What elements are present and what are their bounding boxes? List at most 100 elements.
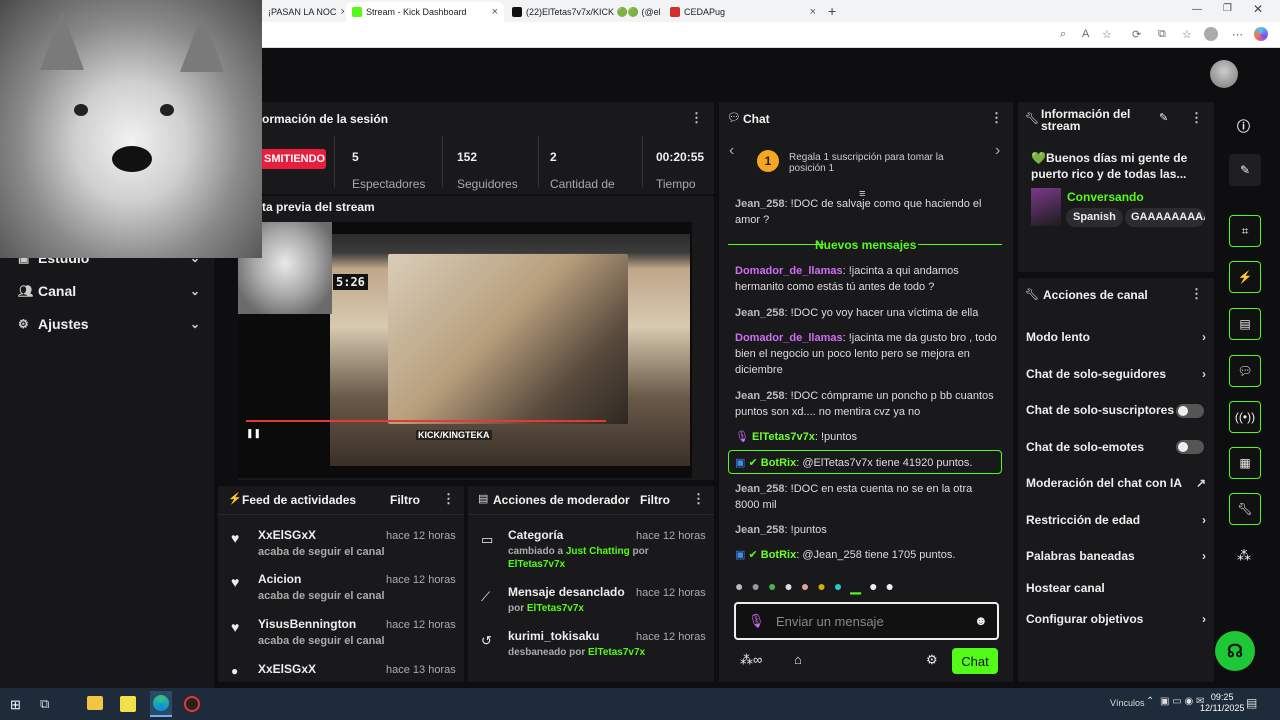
chat-username[interactable]: ElTetas7v7x — [752, 431, 815, 443]
tray-links-label[interactable]: Vínculos — [1110, 698, 1145, 708]
edit-layout-button[interactable]: ✎ — [1229, 154, 1261, 186]
chat-username[interactable]: Jean_258 — [735, 307, 785, 319]
action-ai-moderation[interactable]: Moderación del chat con IA ↗ — [1026, 475, 1206, 491]
emote-bar[interactable]: ● ● ● ● ● ● ● ▁ ● ● — [735, 578, 997, 598]
filter-button[interactable]: Filtro — [390, 493, 420, 507]
close-icon[interactable]: × — [340, 6, 344, 18]
emote-icon[interactable]: ● — [735, 578, 743, 598]
chat-username[interactable]: BotRix — [761, 457, 796, 469]
browser-tab-active[interactable]: Stream - Kick Dashboard × — [346, 2, 504, 22]
feed-username[interactable]: Acicion — [258, 572, 301, 586]
mod-action-title[interactable]: kurimi_tokisaku — [508, 629, 599, 643]
more-options-icon[interactable]: ⋮ — [692, 491, 705, 507]
emote-icon[interactable]: ● — [751, 578, 759, 598]
browser-tab[interactable]: (22)ElTetas7v7x/KICK 🟢🟢 (@elt× — [506, 2, 660, 22]
copilot-icon[interactable] — [1254, 27, 1268, 41]
chevron-left-icon[interactable]: ‹ — [729, 142, 734, 160]
task-view-icon[interactable]: ⧉ — [40, 696, 49, 712]
chevron-right-icon[interactable]: › — [995, 142, 1000, 160]
emote-icon[interactable]: ● — [801, 578, 809, 598]
action-host-channel[interactable]: Hostear canal — [1026, 580, 1206, 596]
chat-input-box[interactable]: 🎙︎ Enviar un mensaje ☻ — [734, 602, 999, 640]
close-icon[interactable]: × — [810, 6, 816, 18]
store-icon[interactable]: ⌂ — [794, 652, 802, 667]
support-headset-button[interactable]: ☊ — [1215, 631, 1255, 671]
feed-username[interactable]: YisusBennington — [258, 617, 356, 631]
action-slow-mode[interactable]: Modo lento › — [1026, 329, 1206, 345]
video-progress-bar[interactable] — [246, 420, 606, 422]
chat-username[interactable]: Jean_258 — [735, 198, 785, 210]
chat-popout-button[interactable]: 💬︎ — [1229, 355, 1261, 387]
split-icon[interactable]: ⧉ — [1158, 28, 1166, 41]
emotes-only-toggle[interactable] — [1176, 440, 1204, 454]
play-pause-icon[interactable]: ❚❚ — [246, 428, 261, 439]
app-icon[interactable] — [120, 696, 136, 712]
action-age-restriction[interactable]: Restricción de edad › — [1026, 512, 1206, 528]
emoji-icon[interactable]: ☻ — [974, 613, 988, 628]
emote-icon[interactable]: ● — [817, 578, 825, 598]
filter-button[interactable]: Filtro — [640, 493, 670, 507]
subscribers-only-toggle[interactable] — [1176, 404, 1204, 418]
chat-username[interactable]: Jean_258 — [735, 524, 785, 536]
tray-icons[interactable]: ▣ ▭ ◉ ✉ — [1160, 696, 1204, 707]
browser-tab[interactable]: CEDAPug × — [664, 2, 822, 22]
emote-icon[interactable]: ● — [886, 578, 894, 598]
more-icon[interactable]: ⋯ — [1232, 28, 1243, 41]
chat-username[interactable]: Domador_de_llamas — [735, 265, 843, 277]
more-options-icon[interactable]: ⋮ — [690, 110, 703, 126]
star-icon[interactable]: ☆ — [1102, 28, 1112, 41]
category-name[interactable]: Conversando — [1067, 190, 1144, 204]
feed-username[interactable]: XxElSGxX — [258, 528, 316, 542]
integrations-icon[interactable]: ⁂ — [1237, 547, 1251, 564]
obs-icon[interactable] — [184, 696, 200, 712]
tag-chip[interactable]: GAAAAAAAAA — [1125, 208, 1205, 227]
sidebar-item-canal[interactable]: 👥︎ Canal ⌄ — [18, 279, 200, 303]
feed-username[interactable]: XxElSGxX — [258, 662, 316, 676]
edit-icon[interactable]: ✎ — [1159, 111, 1168, 124]
sidebar-item-ajustes[interactable]: ⚙ Ajustes ⌄ — [18, 312, 200, 336]
tag-chip[interactable]: Spanish — [1066, 208, 1123, 227]
file-explorer-icon[interactable] — [87, 696, 103, 710]
windows-start-icon[interactable]: ⊞ — [10, 697, 21, 713]
chat-username[interactable]: Jean_258 — [735, 483, 785, 495]
chat-input-placeholder[interactable]: Enviar un mensaje — [776, 614, 884, 629]
more-options-icon[interactable]: ⋮ — [1190, 286, 1203, 302]
category-thumbnail[interactable] — [1031, 188, 1061, 226]
read-aloud-icon[interactable]: A — [1082, 28, 1089, 40]
moderator-name[interactable]: ElTetas7v7x — [527, 603, 584, 614]
category-link[interactable]: Just Chatting — [566, 546, 630, 557]
quick-action-button[interactable]: ⚡ — [1229, 261, 1261, 293]
action-banned-words[interactable]: Palabras baneadas › — [1026, 548, 1206, 564]
profile-avatar[interactable] — [1204, 27, 1218, 41]
notification-icon[interactable]: ▤ — [1246, 696, 1257, 710]
extensions-icon[interactable]: ⟳ — [1132, 28, 1141, 41]
tools-button[interactable]: 🔧︎ — [1229, 493, 1261, 525]
clip-button[interactable]: ⌗ — [1229, 215, 1261, 247]
action-followers-only[interactable]: Chat de solo-seguidores › — [1026, 366, 1206, 382]
minimize-icon[interactable]: — — [1192, 4, 1202, 15]
chat-username[interactable]: Domador_de_llamas — [735, 332, 843, 344]
emote-icon[interactable]: ● — [869, 578, 877, 598]
kicks-icon[interactable]: ⁂∞ — [740, 652, 762, 668]
broadcast-button[interactable]: ((•)) — [1229, 401, 1261, 433]
info-icon[interactable]: ⓘ — [1237, 116, 1250, 135]
emote-icon[interactable]: ▁ — [850, 578, 861, 598]
chat-settings-icon[interactable]: ⚙ — [926, 652, 938, 668]
stream-preview-video[interactable]: 5:26 KICK/KINGTEKA ❚❚ — [238, 222, 692, 478]
moderator-name[interactable]: ElTetas7v7x — [508, 559, 565, 570]
more-options-icon[interactable]: ⋮ — [442, 491, 455, 507]
notes-button[interactable]: ▤ — [1229, 308, 1261, 340]
layout-button[interactable]: ▦ — [1229, 447, 1261, 479]
tray-chevron-icon[interactable]: ⌃ — [1146, 696, 1154, 707]
new-tab-icon[interactable]: + — [828, 3, 836, 19]
browser-tab[interactable]: ¡PASAN LA NOC × — [262, 2, 344, 22]
zoom-icon[interactable]: ⌕ — [1060, 28, 1066, 41]
more-options-icon[interactable]: ⋮ — [1190, 110, 1203, 126]
close-window-icon[interactable]: ✕ — [1253, 2, 1263, 16]
send-chat-button[interactable]: Chat — [952, 648, 998, 674]
action-configure-goals[interactable]: Configurar objetivos › — [1026, 611, 1206, 627]
chat-username[interactable]: BotRix — [761, 549, 796, 561]
favorites-icon[interactable]: ☆ — [1182, 28, 1192, 41]
chat-username[interactable]: Jean_258 — [735, 390, 785, 402]
user-avatar[interactable] — [1210, 60, 1238, 88]
